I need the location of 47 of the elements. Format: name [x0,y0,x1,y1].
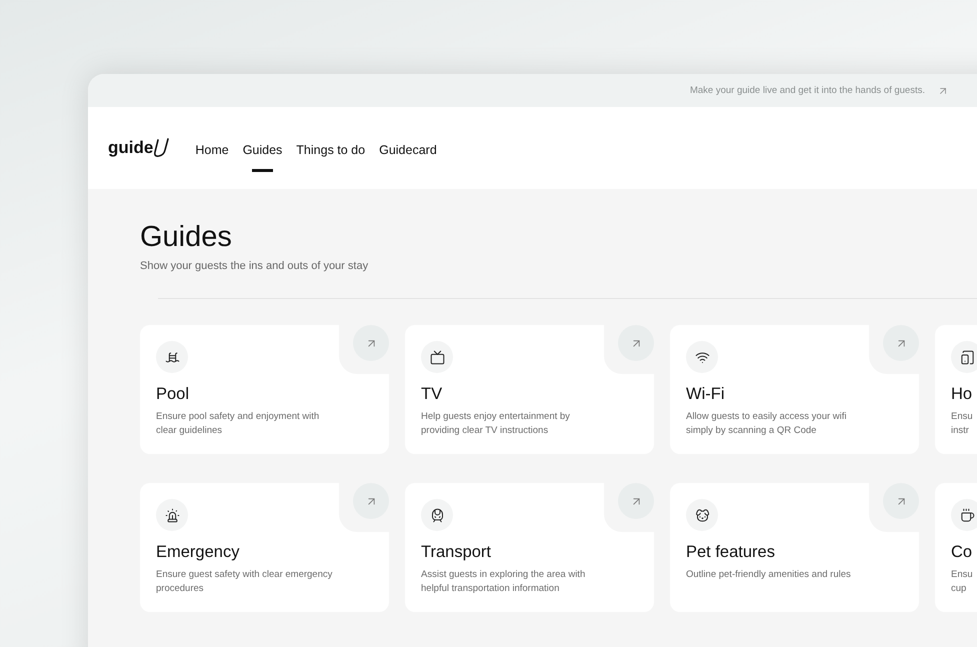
guide-card[interactable]: Transport Assist guests in exploring the area with helpful transportation information [405,483,654,612]
wifi-icon [686,341,718,373]
card-description: Allow guests to easily access your wifi simply by scanning a QR Code [686,410,848,438]
card-title: TV [421,385,444,404]
logo-text[interactable]: guide [108,138,154,158]
nav-tab[interactable]: Guides [242,130,282,172]
card-title: Pet features [686,543,776,562]
nav-tab[interactable]: Guidecard [379,130,437,172]
nav-tab[interactable]: Things to do [296,130,366,172]
tv-icon [421,341,453,373]
guide-card[interactable]: Co Ensu cup [935,483,977,612]
logo-mark-icon[interactable] [153,138,170,158]
guide-card[interactable]: Pet features Outline pet-friendly amenities and rules [670,483,919,612]
open-button[interactable] [883,483,919,519]
card-title: Co [951,543,974,562]
nav-tab[interactable]: Home [195,130,229,172]
card-title: Pool [156,385,190,404]
open-button[interactable] [353,483,389,519]
card-title: Wi-Fi [686,385,726,404]
guide-card[interactable]: Wi-Fi Allow guests to easily access your wifi simply by scanning a QR Code [670,325,919,454]
guide-card[interactable]: TV Help guests enjoy entertainment by providing clear TV instructions [405,325,654,454]
siren-icon [156,499,188,531]
open-button[interactable] [618,483,654,519]
card-title: Emergency [156,543,240,562]
banner-text: Make your guide live and get it into the hands of guests. [690,85,925,96]
card-title: Ho [951,385,974,404]
tablet-icon [951,341,977,373]
pool-ladder-icon [156,341,188,373]
cup-icon [951,499,977,531]
guide-card[interactable]: Emergency Ensure guest safety with clear emergency procedures [140,483,389,612]
train-icon [421,499,453,531]
card-description: Ensure guest safety with clear emergency procedures [156,568,334,596]
guide-card[interactable]: Ho Ensu instr [935,325,977,454]
card-description: Outline pet-friendly amenities and rules [686,568,852,582]
page-title: Guides [140,221,233,254]
card-description: Ensure pool safety and enjoyment with clear guidelines [156,410,320,438]
card-title: Transport [421,543,492,562]
guide-card[interactable]: Pool Ensure pool safety and enjoyment with clear guidelines [140,325,389,454]
card-description: Ensu cup [951,568,974,596]
card-description: Assist guests in exploring the area with helpful transportation information [421,568,586,596]
dog-icon [686,499,718,531]
card-description: Help guests enjoy entertainment by providing clear TV instructions [421,410,571,438]
open-button[interactable] [618,325,654,361]
card-description: Ensu instr [951,410,974,438]
page-subtitle: Show your guests the ins and outs of your stay [140,260,370,272]
open-button[interactable] [353,325,389,361]
open-button[interactable] [883,325,919,361]
